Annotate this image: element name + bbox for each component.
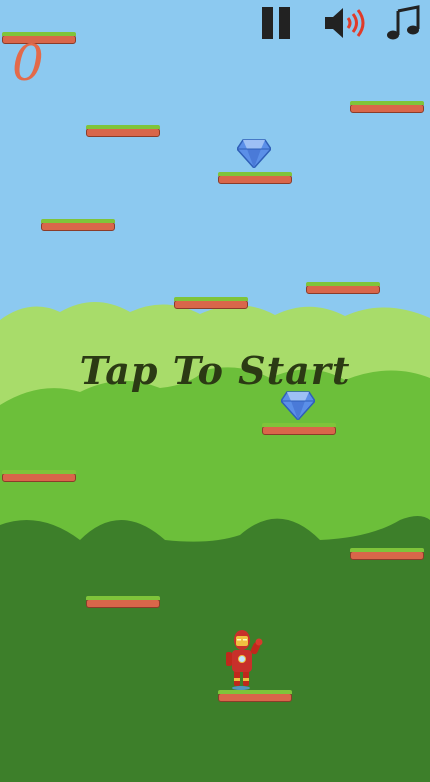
- tap-to-start-prompt[interactable]: Tap To Start: [0, 348, 430, 393]
- platform: [350, 101, 424, 113]
- score-counter: 0: [12, 34, 44, 92]
- platform: [86, 125, 160, 137]
- platform: [2, 470, 76, 482]
- platform: [262, 423, 336, 435]
- music-toggle-button[interactable]: [384, 4, 424, 42]
- platform: [350, 548, 424, 560]
- music-note-icon: [387, 5, 420, 40]
- platform: [86, 596, 160, 608]
- platform: [306, 282, 380, 294]
- platform: [174, 297, 248, 309]
- platform: [218, 690, 292, 702]
- sound-toggle-button[interactable]: [322, 4, 372, 42]
- pause-icon: [262, 7, 290, 39]
- blue-gem: [237, 139, 271, 168]
- game-canvas[interactable]: 0 Tap To Start: [0, 0, 430, 782]
- blue-gem: [281, 391, 315, 420]
- speaker-sound-icon: [325, 8, 365, 38]
- platform: [41, 219, 115, 231]
- hero-character: [226, 630, 263, 690]
- pause-button[interactable]: [258, 4, 296, 42]
- platform: [218, 172, 292, 184]
